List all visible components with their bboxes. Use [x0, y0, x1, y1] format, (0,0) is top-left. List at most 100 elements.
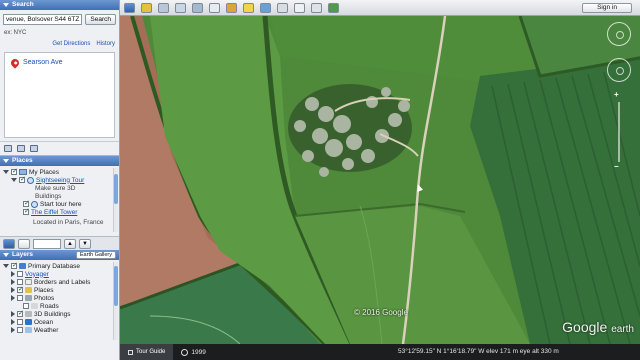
list-view-icon[interactable] [18, 238, 30, 249]
checkbox[interactable] [17, 295, 23, 301]
earth-gallery-button[interactable]: Earth Gallery [75, 251, 116, 259]
layer-label[interactable]: Voyager [25, 271, 49, 278]
layer-row[interactable]: Ocean [3, 318, 116, 326]
tree-label: Start tour here [40, 200, 82, 208]
checkbox[interactable] [11, 261, 18, 269]
clock-icon [181, 348, 189, 356]
layer-row[interactable]: Photos [3, 294, 116, 302]
expand-arrow-icon[interactable] [11, 295, 15, 301]
places-header-label: Places [12, 157, 33, 164]
checkbox[interactable] [17, 309, 24, 317]
tree-row-sightseeing-tour[interactable]: Sightseeing Tour [3, 175, 116, 184]
tree-row-start-tour[interactable]: Start tour here [3, 199, 116, 208]
tree-row-note: Buildings [3, 192, 116, 200]
tree-row-note: Make sure 3D [3, 184, 116, 192]
scroll-thumb[interactable] [114, 174, 118, 204]
collapse-arrow-icon[interactable] [3, 253, 9, 257]
layers-tree: Primary Database Voyager Borders and Lab… [0, 260, 119, 340]
imagery-date[interactable]: 1999 [181, 348, 206, 356]
map-copyright: © 2016 Google [354, 308, 408, 317]
print-icon[interactable] [311, 2, 322, 13]
sidebar-toggle-icon[interactable] [124, 2, 135, 13]
layer-row[interactable]: Places [3, 285, 116, 294]
zoom-in-icon[interactable]: + [614, 90, 619, 99]
add-overlay-icon[interactable] [192, 2, 203, 13]
expand-arrow-icon[interactable] [11, 271, 15, 277]
email-icon[interactable] [294, 2, 305, 13]
sunlight-icon[interactable] [243, 2, 254, 13]
expand-arrow-icon[interactable] [11, 319, 15, 325]
search-panel-header[interactable]: Search [0, 0, 119, 10]
historical-imagery-icon[interactable] [226, 2, 237, 13]
layer-row[interactable]: Weather [3, 326, 116, 334]
search-input[interactable]: venue, Bolsover S44 6TZ [3, 14, 83, 25]
expand-arrow-icon[interactable] [11, 178, 17, 182]
search-result-item[interactable]: Searson Ave [23, 59, 63, 66]
sign-in-button[interactable]: Sign in [582, 3, 632, 13]
places-controls: ▲ ▼ [0, 236, 119, 250]
print-icon[interactable] [30, 145, 38, 152]
borders-icon [25, 279, 32, 285]
tour-guide-button[interactable]: Tour Guide [120, 344, 174, 360]
checkbox[interactable] [17, 285, 24, 293]
photos-icon [25, 295, 32, 301]
zoom-slider[interactable] [618, 102, 620, 162]
planets-icon[interactable] [260, 2, 271, 13]
layer-label: Places [34, 286, 54, 294]
get-directions-link[interactable]: Get Directions [52, 41, 90, 47]
layer-label: Photos [34, 294, 55, 302]
move-down-icon[interactable]: ▼ [79, 238, 91, 249]
add-polygon-icon[interactable] [158, 2, 169, 13]
tree-label[interactable]: The Eiffel Tower [31, 209, 77, 216]
placemark-pin-icon[interactable] [9, 57, 21, 69]
expand-arrow-icon[interactable] [3, 264, 9, 268]
expand-arrow-icon[interactable] [11, 287, 15, 293]
tour-guide-label: Tour Guide [136, 349, 166, 355]
collapse-arrow-icon[interactable] [3, 159, 9, 163]
sidebar: Search venue, Bolsover S44 6TZ Search ex… [0, 0, 120, 360]
search-button[interactable]: Search [85, 14, 116, 25]
checkbox[interactable] [17, 319, 23, 325]
places-filter-input[interactable] [33, 238, 61, 249]
layer-row[interactable]: 3D Buildings [3, 309, 116, 318]
layer-row[interactable]: Primary Database [3, 261, 116, 270]
collapse-arrow-icon[interactable] [3, 3, 9, 7]
expand-arrow-icon[interactable] [11, 327, 15, 333]
map-view[interactable]: + − © 2016 Google Google earth [120, 16, 640, 344]
expand-arrow-icon[interactable] [3, 170, 9, 174]
maps-icon[interactable] [328, 2, 339, 13]
checkbox[interactable] [17, 271, 23, 277]
expand-arrow-icon[interactable] [11, 311, 15, 317]
places-tree: My Places Sightseeing Tour Make sure 3D … [0, 166, 119, 236]
places-scrollbar[interactable] [113, 168, 118, 232]
layer-row[interactable]: Voyager [3, 270, 116, 278]
layer-label: Roads [40, 302, 59, 310]
add-path-icon[interactable] [175, 2, 186, 13]
checkbox[interactable] [11, 167, 18, 175]
checkbox[interactable] [17, 327, 23, 333]
roads-icon [31, 303, 38, 309]
search-places-icon[interactable] [3, 238, 15, 249]
layers-scrollbar[interactable] [113, 262, 118, 340]
tree-label[interactable]: Sightseeing Tour [36, 177, 84, 184]
look-joystick-icon[interactable] [607, 22, 631, 46]
tour-icon [31, 200, 38, 208]
move-up-icon[interactable]: ▲ [64, 238, 76, 249]
checkbox[interactable] [19, 175, 26, 183]
checkbox[interactable] [23, 207, 30, 215]
move-joystick-icon[interactable] [607, 58, 631, 82]
satellite-imagery[interactable] [120, 16, 640, 344]
layers-panel-header[interactable]: Layers Earth Gallery [0, 250, 119, 260]
tree-row-eiffel-tower[interactable]: The Eiffel Tower [3, 207, 116, 216]
record-tour-icon[interactable] [209, 2, 220, 13]
checkbox[interactable] [23, 303, 29, 309]
places-panel-header[interactable]: Places [0, 156, 119, 166]
copy-icon[interactable] [17, 145, 25, 152]
add-placemark-icon[interactable] [141, 2, 152, 13]
folder-icon[interactable] [4, 145, 12, 152]
ruler-icon[interactable] [277, 2, 288, 13]
scroll-thumb[interactable] [114, 266, 118, 306]
history-link[interactable]: History [96, 41, 115, 47]
expand-arrow-icon[interactable] [11, 279, 15, 285]
zoom-out-icon[interactable]: − [614, 162, 619, 171]
